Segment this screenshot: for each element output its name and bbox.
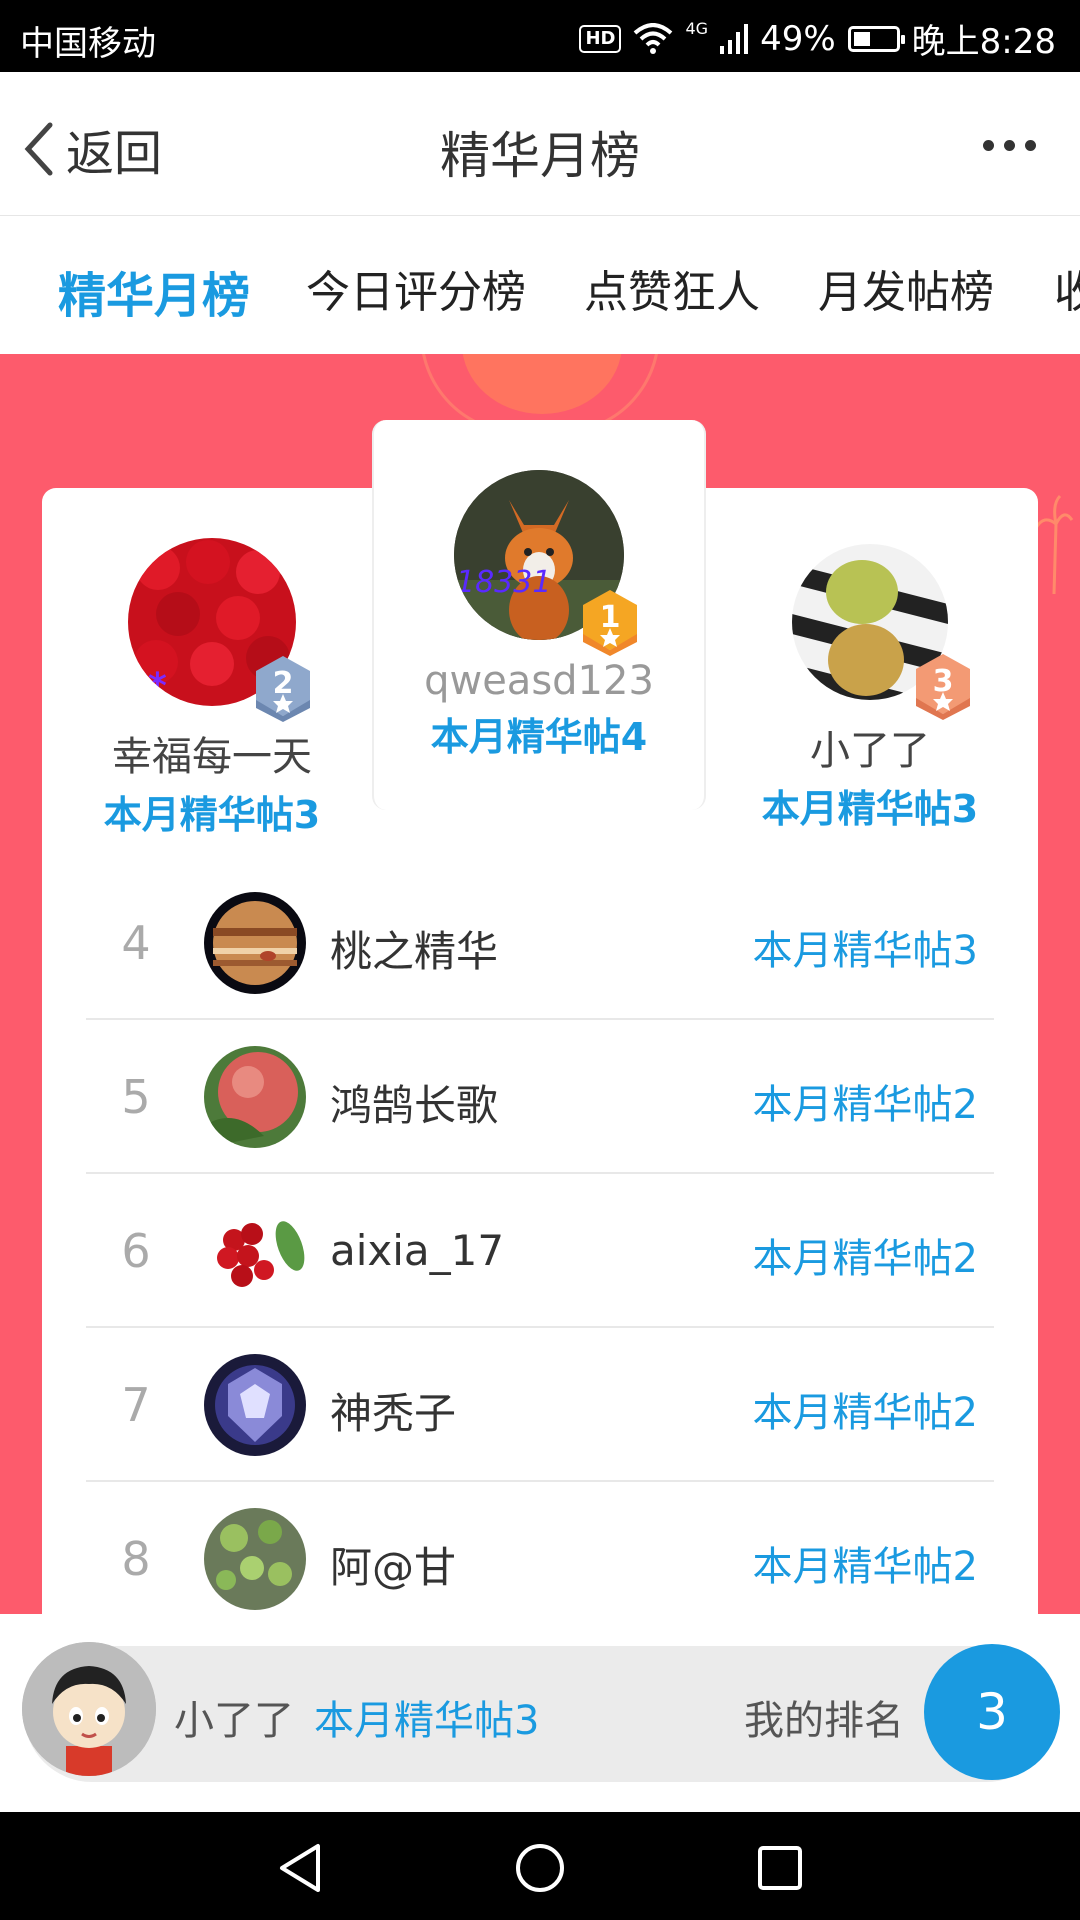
carrier-label: 中国移动 bbox=[20, 24, 156, 64]
list-item[interactable]: 6 aixia_17 本月精华帖2 bbox=[86, 1174, 994, 1328]
emblem-avatar-image bbox=[204, 1354, 306, 1456]
more-options-icon[interactable] bbox=[983, 140, 1036, 151]
palm-decoration bbox=[1034, 494, 1074, 594]
list-item[interactable]: 4 桃之精华 本月精华帖3 bbox=[86, 866, 994, 1020]
list-item[interactable]: 8 阿@甘 本月精华帖2 bbox=[86, 1482, 994, 1614]
my-rank-number: 3 bbox=[924, 1644, 1060, 1780]
list-rank: 8 bbox=[121, 1532, 151, 1586]
gold-medal-icon: 1 bbox=[579, 590, 641, 656]
cartoon-boy-avatar-image bbox=[22, 1642, 156, 1776]
list-name: 鸿鹄长歌 bbox=[330, 1081, 499, 1130]
list-name: aixia_17 bbox=[330, 1226, 505, 1275]
silver-medal-icon: 2 bbox=[252, 656, 314, 722]
podium-second[interactable]: * 2 幸福每一天 本月精华帖3 bbox=[72, 538, 352, 839]
tab-like-maniac[interactable]: 点赞狂人 bbox=[584, 256, 760, 320]
list-rank: 5 bbox=[121, 1070, 151, 1124]
bronze-medal-icon: 3 bbox=[912, 654, 974, 720]
cherries-avatar-image bbox=[204, 1200, 306, 1302]
avatar bbox=[204, 892, 306, 994]
avatar bbox=[204, 1200, 306, 1302]
nav-home-icon[interactable] bbox=[514, 1842, 566, 1894]
list-item[interactable]: 5 鸿鹄长歌 本月精华帖2 bbox=[86, 1020, 994, 1174]
status-bar: 中国移动 HD 4G 49% 晚上8:28 bbox=[0, 0, 1080, 72]
list-count: 本月精华帖2 bbox=[752, 1236, 978, 1282]
podium-first[interactable]: 18331 1 qweasd123 本月精华帖4 bbox=[372, 470, 706, 761]
tab-collect[interactable]: 收 bbox=[1054, 256, 1080, 320]
podium-count: 本月精华帖3 bbox=[761, 787, 979, 831]
system-nav-bar bbox=[0, 1812, 1080, 1920]
peach-avatar-image bbox=[204, 1046, 306, 1148]
plant-avatar-image bbox=[204, 1508, 306, 1610]
my-count: 本月精华帖3 bbox=[314, 1698, 540, 1744]
avatar bbox=[204, 1354, 306, 1456]
hd-icon: HD bbox=[579, 24, 622, 53]
list-count: 本月精华帖2 bbox=[752, 1390, 978, 1436]
list-rank: 4 bbox=[121, 916, 151, 970]
tab-monthly-posts[interactable]: 月发帖榜 bbox=[818, 256, 994, 320]
ranking-tabs: 精华月榜 今日评分榜 点赞狂人 月发帖榜 收 bbox=[0, 216, 1080, 354]
list-count: 本月精华帖3 bbox=[752, 928, 978, 974]
podium-count: 本月精华帖4 bbox=[430, 715, 648, 759]
list-name: 神秃子 bbox=[330, 1389, 457, 1438]
medal-rank: 3 bbox=[932, 664, 954, 699]
podium-name: qweasd123 bbox=[424, 658, 654, 704]
wifi-icon bbox=[634, 22, 673, 54]
status-icons: HD 4G 49% 晚上8:28 bbox=[579, 14, 1056, 63]
battery-percent: 49% bbox=[760, 18, 836, 59]
podium-name: 小了了 bbox=[810, 728, 930, 774]
avatar bbox=[204, 1508, 306, 1610]
svg-text:18331: 18331 bbox=[456, 565, 551, 600]
app-header: 返回 精华月榜 bbox=[0, 72, 1080, 216]
list-rank: 7 bbox=[121, 1378, 151, 1432]
nav-recents-icon[interactable] bbox=[756, 1842, 804, 1894]
nav-back-icon[interactable] bbox=[276, 1842, 324, 1894]
avatar bbox=[204, 1046, 306, 1148]
page-title: 精华月榜 bbox=[440, 127, 640, 185]
medal-rank: 2 bbox=[272, 666, 294, 701]
list-item[interactable]: 7 神秃子 本月精华帖2 bbox=[86, 1328, 994, 1482]
list-name: 阿@甘 bbox=[330, 1543, 457, 1592]
battery-icon bbox=[847, 25, 905, 52]
list-name: 桃之精华 bbox=[330, 927, 499, 976]
tab-essence-month[interactable]: 精华月榜 bbox=[58, 256, 250, 326]
podium-count: 本月精华帖3 bbox=[103, 793, 321, 837]
list-count: 本月精华帖2 bbox=[752, 1544, 978, 1590]
my-name: 小了了 bbox=[174, 1698, 294, 1744]
my-avatar[interactable] bbox=[22, 1642, 156, 1776]
network-type: 4G bbox=[685, 19, 709, 38]
svg-text:*: * bbox=[148, 666, 167, 706]
tab-today-score[interactable]: 今日评分榜 bbox=[306, 256, 526, 320]
signal-icon bbox=[720, 23, 749, 54]
jupiter-avatar-image bbox=[204, 892, 306, 994]
list-rank: 6 bbox=[121, 1224, 151, 1278]
podium-name: 幸福每一天 bbox=[112, 734, 312, 780]
podium-third[interactable]: 3 小了了 本月精华帖3 bbox=[730, 538, 1010, 833]
my-rank-label: 我的排名 bbox=[744, 1698, 904, 1744]
clock: 晚上8:28 bbox=[911, 22, 1056, 62]
medal-rank: 1 bbox=[599, 600, 621, 635]
my-rank-bar: 小了了 本月精华帖3 我的排名 3 bbox=[0, 1614, 1080, 1812]
list-count: 本月精华帖2 bbox=[752, 1082, 978, 1128]
